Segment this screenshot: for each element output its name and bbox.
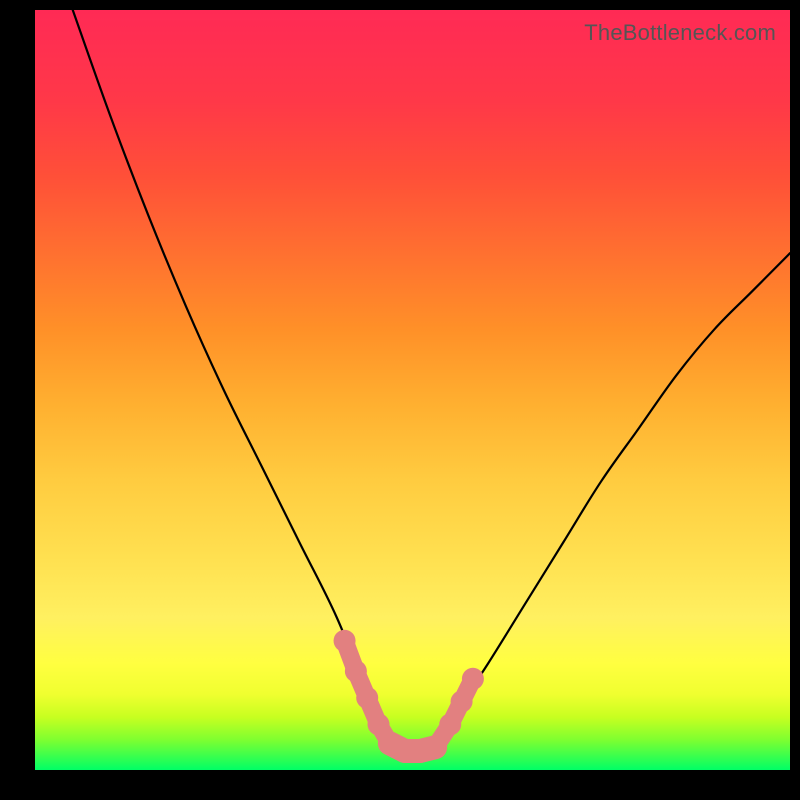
marker-point: [345, 660, 367, 682]
marker-point: [424, 736, 446, 758]
curve-right-branch: [435, 253, 790, 747]
marker-point: [462, 668, 484, 690]
marker-point: [451, 691, 473, 713]
marker-point: [368, 713, 390, 735]
plot-area: TheBottleneck.com: [35, 10, 790, 770]
chart-frame: TheBottleneck.com: [0, 0, 800, 800]
curve-group: [73, 10, 790, 751]
marker-group: [334, 630, 484, 762]
chart-svg: [35, 10, 790, 770]
marker-point: [334, 630, 356, 652]
marker-point: [356, 687, 378, 709]
marker-point: [439, 713, 461, 735]
